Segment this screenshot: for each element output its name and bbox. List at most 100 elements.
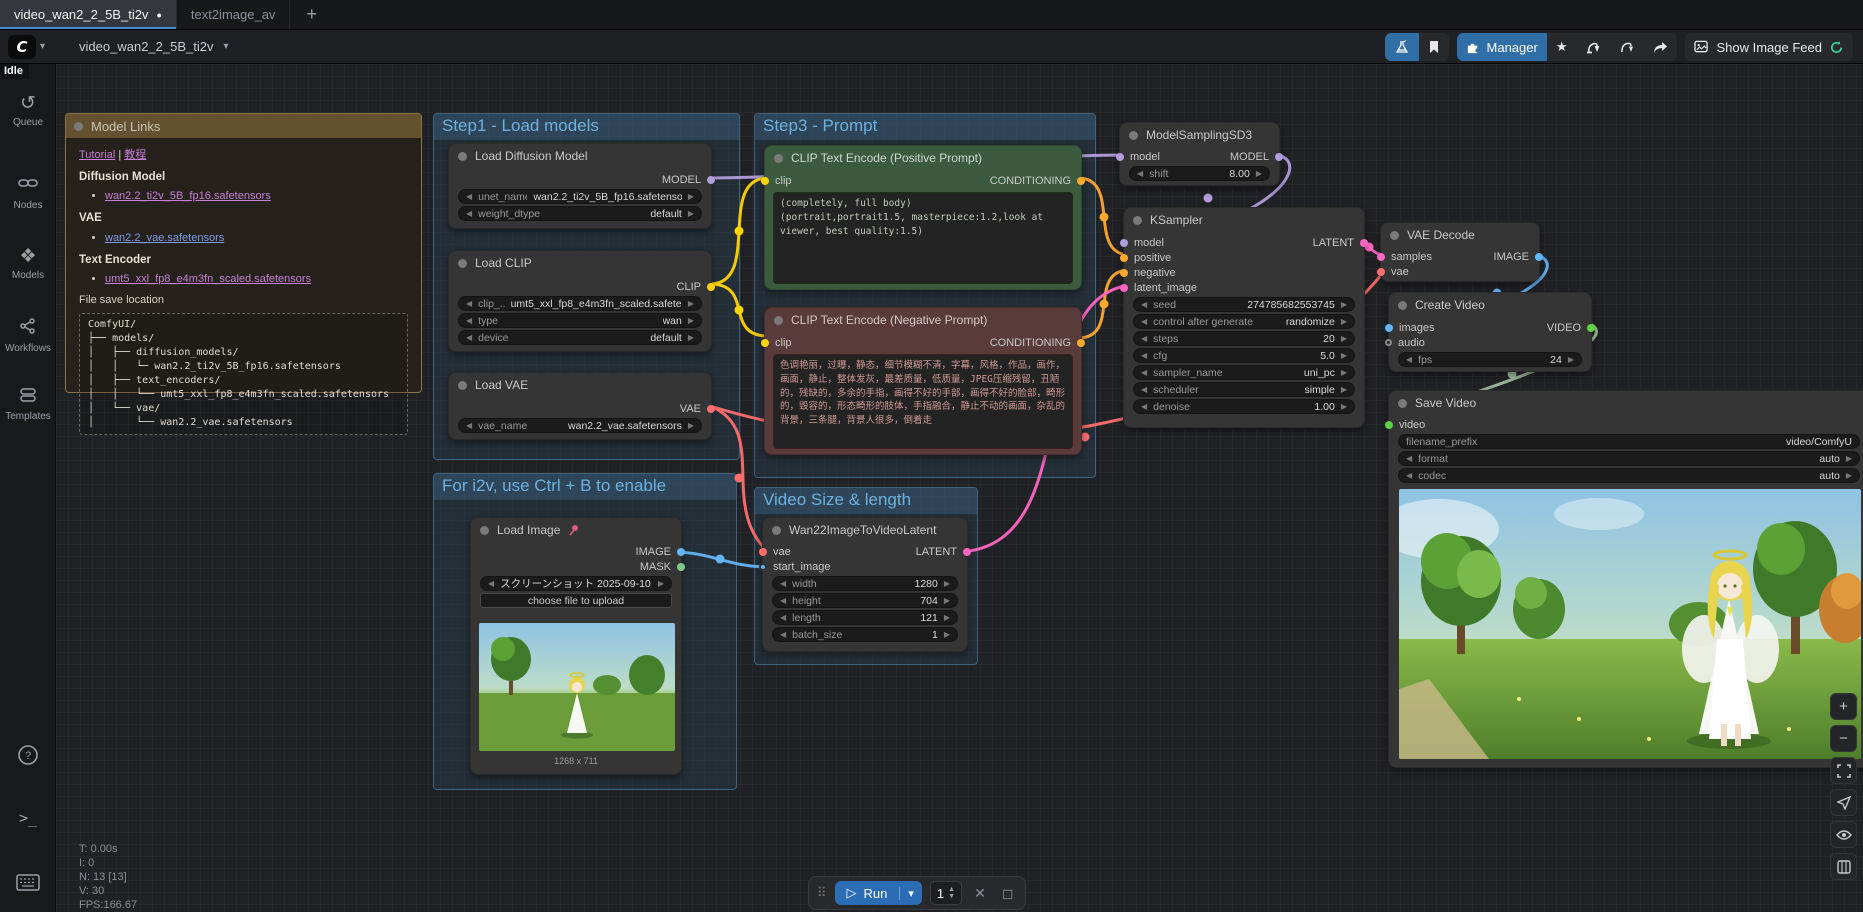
node-wan22-image-to-video-latent[interactable]: Wan22ImageToVideoLatent vae LATENT start… — [762, 517, 968, 652]
run-options-chevron-icon[interactable]: ▾ — [899, 887, 922, 900]
keyboard-icon[interactable] — [0, 874, 56, 891]
node-load-vae[interactable]: Load VAE VAE ◀vae_namewan2.2_vae.safeten… — [448, 372, 712, 440]
collapse-dot[interactable] — [774, 154, 783, 163]
collapse-dot[interactable] — [772, 526, 781, 535]
stop-icon[interactable]: ◻ — [998, 885, 1018, 902]
node-load-diffusion-model[interactable]: Load Diffusion Model MODEL ◀unet_namewan… — [448, 143, 712, 229]
collapse-dot[interactable] — [458, 152, 467, 161]
input-slot-clip[interactable] — [761, 177, 769, 185]
widget-width[interactable]: ◀width1280▶ — [772, 576, 958, 591]
node-load-clip[interactable]: Load CLIP CLIP ◀clip_...umt5_xxl_fp8_e4m… — [448, 250, 712, 352]
terminal-icon[interactable]: >_ — [0, 809, 56, 827]
drag-handle-icon[interactable]: ⠿ — [817, 885, 827, 901]
tab-active-workflow[interactable]: video_wan2_2_5B_ti2v ● — [0, 0, 177, 29]
collapse-dot[interactable] — [1133, 216, 1142, 225]
widget-image-file[interactable]: ◀スクリーンショット 2025-09-10 ...▶ — [480, 576, 672, 591]
output-slot-video[interactable] — [1587, 324, 1595, 332]
collapse-dot[interactable] — [74, 122, 83, 131]
graph-canvas[interactable]: Model Links Step1 - Load models Step3 - … — [56, 64, 1863, 912]
node-clip-text-encode-negative[interactable]: CLIP Text Encode (Negative Prompt) clip … — [764, 307, 1082, 455]
minimap-button[interactable] — [1830, 853, 1857, 880]
input-slot-start-image[interactable] — [759, 563, 767, 571]
input-slot-positive[interactable] — [1120, 254, 1128, 262]
collapse-dot[interactable] — [774, 316, 783, 325]
widget-sampler-name[interactable]: ◀sampler_nameuni_pc▶ — [1133, 365, 1355, 380]
tutorial-link[interactable]: Tutorial — [79, 149, 115, 161]
fit-view-button[interactable] — [1830, 757, 1857, 784]
widget-vae-name[interactable]: ◀vae_namewan2.2_vae.safetensors▶ — [458, 418, 702, 433]
widget-format[interactable]: ◀formatauto▶ — [1398, 451, 1860, 466]
video-preview[interactable] — [1399, 489, 1861, 759]
new-tab-button[interactable]: + — [290, 0, 333, 29]
upload-button[interactable]: choose file to upload — [480, 593, 672, 608]
batch-count-input[interactable]: 1 ▲▼ — [930, 881, 962, 905]
output-slot-mask[interactable] — [677, 563, 685, 571]
output-slot-image[interactable] — [677, 548, 685, 556]
output-slot-model[interactable] — [1275, 153, 1283, 161]
widget-height[interactable]: ◀height704▶ — [772, 593, 958, 608]
share-icon[interactable] — [1644, 33, 1677, 61]
output-slot-clip[interactable] — [707, 283, 715, 291]
comfyui-logo[interactable]: C — [8, 35, 36, 59]
widget-steps[interactable]: ◀steps20▶ — [1133, 331, 1355, 346]
manager-button[interactable]: Manager — [1457, 33, 1547, 61]
node-save-video[interactable]: Save Video video filename_prefixvideo/Co… — [1388, 390, 1863, 768]
widget-device[interactable]: ◀devicedefault▶ — [458, 330, 702, 345]
pointer-button[interactable] — [1830, 789, 1857, 816]
tab-inactive-workflow[interactable]: text2image_av — [177, 0, 291, 29]
text-encoder-link[interactable]: umt5_xxl_fp8_e4m3fn_scaled.safetensors — [105, 273, 311, 285]
widget-length[interactable]: ◀length121▶ — [772, 610, 958, 625]
input-slot-samples[interactable] — [1377, 253, 1385, 261]
image-preview[interactable] — [479, 623, 675, 751]
run-button[interactable]: ▷Run ▾ — [835, 881, 922, 905]
spin-up-icon[interactable]: ▲ — [948, 886, 955, 893]
tutorial-link-cn[interactable]: 教程 — [124, 149, 146, 161]
widget-weight-dtype[interactable]: ◀weight_dtypedefault▶ — [458, 206, 702, 221]
widget-fps[interactable]: ◀fps24▶ — [1398, 352, 1582, 367]
help-icon[interactable]: ? — [0, 744, 56, 766]
collapse-dot[interactable] — [1398, 301, 1407, 310]
input-slot-clip[interactable] — [761, 339, 769, 347]
diffusion-model-link[interactable]: wan2.2_ti2v_5B_fp16.safetensors — [105, 190, 271, 202]
widget-control-after-generate[interactable]: ◀control after generaterandomize▶ — [1133, 314, 1355, 329]
collapse-dot[interactable] — [458, 259, 467, 268]
output-slot-model[interactable] — [707, 176, 715, 184]
widget-codec[interactable]: ◀codecauto▶ — [1398, 468, 1860, 483]
output-slot-vae[interactable] — [707, 405, 715, 413]
group-title[interactable]: For i2v, use Ctrl + B to enable — [434, 474, 736, 500]
widget-scheduler[interactable]: ◀schedulersimple▶ — [1133, 382, 1355, 397]
group-title[interactable]: Step3 - Prompt — [755, 114, 1095, 140]
flask-icon[interactable] — [1385, 33, 1419, 61]
widget-batch-size[interactable]: ◀batch_size1▶ — [772, 627, 958, 642]
widget-cfg[interactable]: ◀cfg5.0▶ — [1133, 348, 1355, 363]
bookmark-icon[interactable] — [1419, 33, 1449, 61]
output-slot-latent[interactable] — [963, 548, 971, 556]
node-load-image[interactable]: Load Image IMAGE MASK ◀スクリーンショット 2025-09… — [470, 517, 682, 775]
input-slot-vae[interactable] — [759, 548, 767, 556]
star-icon[interactable]: ★ — [1547, 33, 1577, 61]
output-slot-conditioning[interactable] — [1077, 339, 1085, 347]
negative-prompt-textarea[interactable]: 色调艳丽，过曝，静态，细节模糊不清，字幕，风格，作品，画作，画面，静止，整体发灰… — [773, 354, 1073, 449]
output-slot-latent[interactable] — [1360, 239, 1368, 247]
clear-queue-icon[interactable]: ✕ — [970, 885, 990, 902]
collapse-dot[interactable] — [1398, 399, 1407, 408]
input-slot-audio[interactable] — [1385, 339, 1392, 346]
toggle-visibility-button[interactable] — [1830, 821, 1857, 848]
node-model-sampling-sd3[interactable]: ModelSamplingSD3 model MODEL ◀shift8.00▶ — [1119, 122, 1280, 186]
sidebar-item-models[interactable]: ❖ Models — [0, 247, 56, 281]
group-title[interactable]: Step1 - Load models — [434, 114, 739, 140]
collapse-dot[interactable] — [1390, 231, 1399, 240]
input-slot-negative[interactable] — [1120, 269, 1128, 277]
collapse-dot[interactable] — [1129, 131, 1138, 140]
input-slot-video[interactable] — [1385, 421, 1393, 429]
output-slot-image[interactable] — [1535, 253, 1543, 261]
group-title[interactable]: Video Size & length — [755, 488, 977, 514]
node-ksampler[interactable]: KSampler model LATENT positive negative … — [1123, 207, 1365, 428]
widget-clip-name[interactable]: ◀clip_...umt5_xxl_fp8_e4m3fn_scaled.safe… — [458, 296, 702, 311]
widget-shift[interactable]: ◀shift8.00▶ — [1129, 166, 1270, 181]
show-image-feed-button[interactable]: Show Image Feed — [1685, 33, 1853, 61]
node-create-video[interactable]: Create Video images VIDEO audio ◀fps24▶ — [1388, 292, 1592, 372]
widget-filename-prefix[interactable]: filename_prefixvideo/ComfyU — [1398, 434, 1860, 449]
zoom-in-button[interactable]: + — [1830, 693, 1857, 720]
vacuum-alt-icon[interactable] — [1610, 33, 1644, 61]
